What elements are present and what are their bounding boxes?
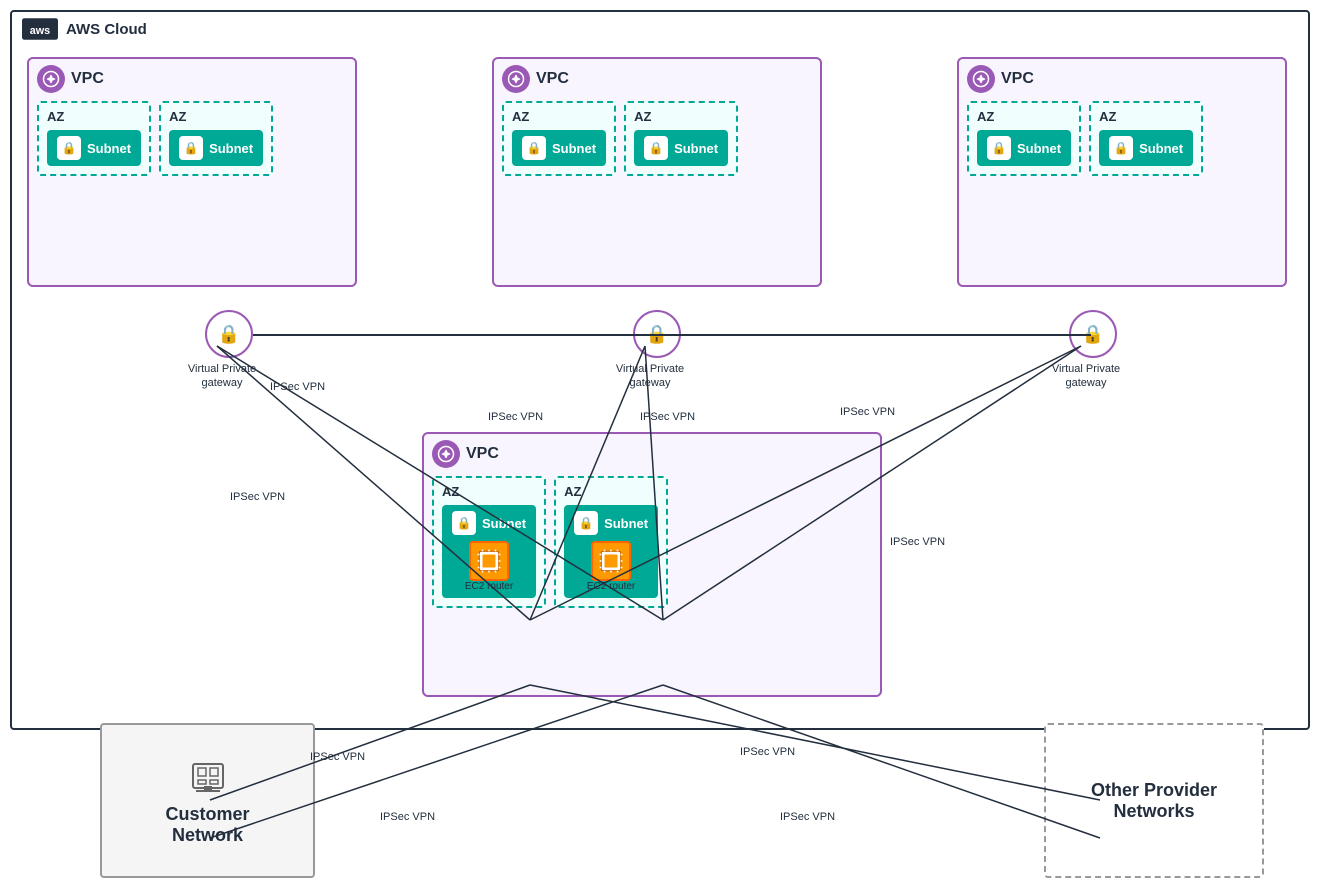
- vpc-label-3: VPC: [1001, 70, 1034, 88]
- svg-text:IPSec VPN: IPSec VPN: [740, 746, 795, 758]
- gateway-label-3: Virtual Privategateway: [1031, 362, 1141, 391]
- vpc-icon-4: [432, 440, 460, 468]
- ec2-router-icon-2: [591, 541, 631, 581]
- az-box-2-1: AZ 🔒 Subnet: [502, 101, 616, 176]
- subnet-icon-4-2: 🔒: [574, 511, 598, 535]
- svg-text:IPSec VPN: IPSec VPN: [380, 811, 435, 823]
- svg-text:IPSec VPN: IPSec VPN: [780, 811, 835, 823]
- subnet-text-3-1: Subnet: [1017, 141, 1061, 156]
- ec2-router-label-2: EC2 router: [587, 581, 635, 592]
- subnet-2-2: 🔒 Subnet: [634, 130, 728, 166]
- subnet-text-3-2: Subnet: [1139, 141, 1183, 156]
- vpc-label-4: VPC: [466, 445, 499, 463]
- vpc-box-4: VPC AZ 🔒 Subnet EC2 router: [422, 432, 882, 697]
- az-box-1-2: AZ 🔒 Subnet: [159, 101, 273, 176]
- subnet-text-1-2: Subnet: [209, 141, 253, 156]
- az-label-4-1: AZ: [438, 482, 540, 501]
- aws-logo-icon: aws: [22, 18, 58, 40]
- svg-text:aws: aws: [30, 25, 50, 37]
- subnet-icon-1-1: 🔒: [57, 136, 81, 160]
- az-box-3-2: AZ 🔒 Subnet: [1089, 101, 1203, 176]
- subnet-4-2: 🔒 Subnet EC2 router: [564, 505, 658, 598]
- vpc-icon-1: [37, 65, 65, 93]
- az-label-1-1: AZ: [43, 107, 145, 126]
- svg-text:IPSec VPN: IPSec VPN: [310, 751, 365, 763]
- other-networks-label: Other ProviderNetworks: [1091, 780, 1217, 822]
- aws-header: aws AWS Cloud: [12, 12, 1308, 46]
- az-box-4-1: AZ 🔒 Subnet EC2 router: [432, 476, 546, 608]
- subnet-icon-3-2: 🔒: [1109, 136, 1133, 160]
- vpc-icon-3: [967, 65, 995, 93]
- az-label-3-2: AZ: [1095, 107, 1197, 126]
- customer-network-icon: [188, 756, 228, 796]
- az-label-1-2: AZ: [165, 107, 267, 126]
- az-box-2-2: AZ 🔒 Subnet: [624, 101, 738, 176]
- subnet-icon-1-2: 🔒: [179, 136, 203, 160]
- vpc-icon-2: [502, 65, 530, 93]
- subnet-text-2-2: Subnet: [674, 141, 718, 156]
- vpc-label-2: VPC: [536, 70, 569, 88]
- subnet-icon-3-1: 🔒: [987, 136, 1011, 160]
- gateway-label-1: Virtual Privategateway: [167, 362, 277, 391]
- other-networks-box: Other ProviderNetworks: [1044, 723, 1264, 878]
- subnet-1-1: 🔒 Subnet: [47, 130, 141, 166]
- customer-network-label: CustomerNetwork: [165, 804, 249, 846]
- subnet-1-2: 🔒 Subnet: [169, 130, 263, 166]
- vpc-box-3: VPC AZ 🔒 Subnet AZ 🔒 Subnet: [957, 57, 1287, 287]
- subnet-3-2: 🔒 Subnet: [1099, 130, 1193, 166]
- subnet-3-1: 🔒 Subnet: [977, 130, 1071, 166]
- ec2-router-icon-1: [469, 541, 509, 581]
- vpc-box-2: VPC AZ 🔒 Subnet AZ 🔒 Subnet: [492, 57, 822, 287]
- az-label-4-2: AZ: [560, 482, 662, 501]
- aws-cloud-title: AWS Cloud: [66, 21, 147, 38]
- subnet-text-1-1: Subnet: [87, 141, 131, 156]
- gateway-circle-1: 🔒: [205, 310, 253, 358]
- az-label-2-1: AZ: [508, 107, 610, 126]
- subnet-4-1: 🔒 Subnet EC2 router: [442, 505, 536, 598]
- az-box-3-1: AZ 🔒 Subnet: [967, 101, 1081, 176]
- az-label-2-2: AZ: [630, 107, 732, 126]
- subnet-text-4-2: Subnet: [604, 516, 648, 531]
- subnet-icon-4-1: 🔒: [452, 511, 476, 535]
- subnet-2-1: 🔒 Subnet: [512, 130, 606, 166]
- customer-network-box: CustomerNetwork: [100, 723, 315, 878]
- ec2-router-label-1: EC2 router: [465, 581, 513, 592]
- az-box-1-1: AZ 🔒 Subnet: [37, 101, 151, 176]
- aws-cloud-container: aws AWS Cloud VPC AZ 🔒 Subnet AZ 🔒: [10, 10, 1310, 730]
- subnet-icon-2-1: 🔒: [522, 136, 546, 160]
- gateway-connector-line: [253, 334, 1091, 336]
- vpc-label-1: VPC: [71, 70, 104, 88]
- az-box-4-2: AZ 🔒 Subnet EC2 router: [554, 476, 668, 608]
- subnet-text-4-1: Subnet: [482, 516, 526, 531]
- subnet-text-2-1: Subnet: [552, 141, 596, 156]
- vpc-box-1: VPC AZ 🔒 Subnet AZ 🔒 Subnet: [27, 57, 357, 287]
- gateway-label-2: Virtual Privategateway: [595, 362, 705, 391]
- subnet-icon-2-2: 🔒: [644, 136, 668, 160]
- az-label-3-1: AZ: [973, 107, 1075, 126]
